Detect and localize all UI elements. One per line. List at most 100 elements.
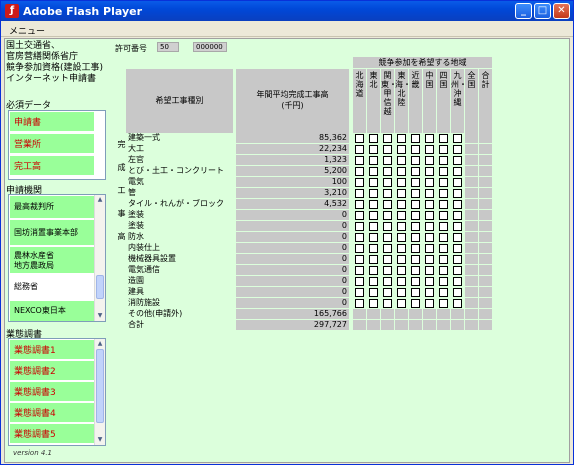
region-checkbox[interactable] xyxy=(397,255,406,264)
region-checkbox[interactable] xyxy=(425,167,434,176)
region-checkbox[interactable] xyxy=(383,299,392,308)
region-checkbox[interactable] xyxy=(439,288,448,297)
region-checkbox[interactable] xyxy=(383,189,392,198)
region-checkbox[interactable] xyxy=(425,178,434,187)
work-amount-value[interactable]: 100 xyxy=(236,177,349,187)
region-checkbox[interactable] xyxy=(425,156,434,165)
region-checkbox[interactable] xyxy=(397,145,406,154)
region-checkbox[interactable] xyxy=(453,222,462,231)
region-checkbox[interactable] xyxy=(355,211,364,220)
region-checkbox[interactable] xyxy=(411,211,420,220)
region-checkbox[interactable] xyxy=(383,156,392,165)
work-amount-value[interactable]: 1,323 xyxy=(236,155,349,165)
region-checkbox[interactable] xyxy=(425,222,434,231)
region-checkbox[interactable] xyxy=(439,233,448,242)
region-checkbox[interactable] xyxy=(369,233,378,242)
region-checkbox[interactable] xyxy=(453,299,462,308)
scroll-up-icon[interactable]: ▲ xyxy=(95,195,105,205)
region-checkbox[interactable] xyxy=(369,277,378,286)
menu-item-menu[interactable]: メニュー xyxy=(9,24,45,37)
region-checkbox[interactable] xyxy=(369,266,378,275)
work-amount-value[interactable]: 85,362 xyxy=(236,133,349,143)
region-checkbox[interactable] xyxy=(355,255,364,264)
work-amount-value[interactable]: 22,234 xyxy=(236,144,349,154)
region-checkbox[interactable] xyxy=(439,255,448,264)
region-checkbox[interactable] xyxy=(355,244,364,253)
region-checkbox[interactable] xyxy=(355,167,364,176)
region-checkbox[interactable] xyxy=(425,277,434,286)
work-amount-value[interactable]: 0 xyxy=(236,243,349,253)
region-checkbox[interactable] xyxy=(383,211,392,220)
region-checkbox[interactable] xyxy=(397,189,406,198)
title-bar[interactable]: ƒ Adobe Flash Player _ □ ✕ xyxy=(1,1,573,21)
region-checkbox[interactable] xyxy=(453,134,462,143)
region-checkbox[interactable] xyxy=(355,233,364,242)
region-checkbox[interactable] xyxy=(411,288,420,297)
region-checkbox[interactable] xyxy=(383,244,392,253)
region-checkbox[interactable] xyxy=(439,266,448,275)
work-amount-value[interactable]: 0 xyxy=(236,287,349,297)
region-checkbox[interactable] xyxy=(397,233,406,242)
region-checkbox[interactable] xyxy=(439,222,448,231)
region-checkbox[interactable] xyxy=(383,145,392,154)
survey-item-1[interactable]: 業態調書1 xyxy=(10,340,94,359)
region-checkbox[interactable] xyxy=(383,277,392,286)
region-checkbox[interactable] xyxy=(453,167,462,176)
minimize-button[interactable]: _ xyxy=(515,3,532,19)
scroll-down-icon[interactable]: ▼ xyxy=(95,311,105,321)
region-checkbox[interactable] xyxy=(425,200,434,209)
work-amount-value[interactable]: 0 xyxy=(236,221,349,231)
region-checkbox[interactable] xyxy=(453,156,462,165)
region-checkbox[interactable] xyxy=(439,277,448,286)
region-checkbox[interactable] xyxy=(425,266,434,275)
survey-item-3[interactable]: 業態調書3 xyxy=(10,382,94,401)
work-amount-value[interactable]: 0 xyxy=(236,276,349,286)
region-checkbox[interactable] xyxy=(383,200,392,209)
region-checkbox[interactable] xyxy=(453,211,462,220)
region-checkbox[interactable] xyxy=(383,255,392,264)
apply-item-supreme-court[interactable]: 最高裁判所 xyxy=(10,196,94,218)
region-checkbox[interactable] xyxy=(439,178,448,187)
work-amount-value[interactable]: 165,766 xyxy=(236,309,349,319)
region-checkbox[interactable] xyxy=(355,145,364,154)
region-checkbox[interactable] xyxy=(383,222,392,231)
region-checkbox[interactable] xyxy=(439,200,448,209)
region-checkbox[interactable] xyxy=(453,288,462,297)
region-checkbox[interactable] xyxy=(383,134,392,143)
region-checkbox[interactable] xyxy=(411,255,420,264)
region-checkbox[interactable] xyxy=(453,244,462,253)
region-checkbox[interactable] xyxy=(369,178,378,187)
region-checkbox[interactable] xyxy=(411,145,420,154)
work-amount-value[interactable]: 5,200 xyxy=(236,166,349,176)
required-item-application[interactable]: 申請書 xyxy=(10,112,94,131)
region-checkbox[interactable] xyxy=(369,211,378,220)
region-checkbox[interactable] xyxy=(369,189,378,198)
apply-item-agriculture[interactable]: 農林水産省 地方農政局 xyxy=(10,247,94,273)
region-checkbox[interactable] xyxy=(411,222,420,231)
region-checkbox[interactable] xyxy=(439,145,448,154)
region-checkbox[interactable] xyxy=(411,189,420,198)
work-amount-value[interactable]: 3,210 xyxy=(236,188,349,198)
region-checkbox[interactable] xyxy=(397,178,406,187)
region-checkbox[interactable] xyxy=(425,211,434,220)
work-amount-value[interactable]: 0 xyxy=(236,210,349,220)
scroll-down-icon[interactable]: ▼ xyxy=(95,435,105,445)
scroll-thumb[interactable] xyxy=(96,275,104,299)
region-checkbox[interactable] xyxy=(397,222,406,231)
region-checkbox[interactable] xyxy=(411,244,420,253)
scroll-thumb[interactable] xyxy=(96,349,104,423)
survey-item-4[interactable]: 業態調書4 xyxy=(10,403,94,422)
permit-number-part2[interactable]: 000000 xyxy=(193,42,227,52)
region-checkbox[interactable] xyxy=(411,299,420,308)
region-checkbox[interactable] xyxy=(453,200,462,209)
region-checkbox[interactable] xyxy=(383,266,392,275)
region-checkbox[interactable] xyxy=(411,178,420,187)
region-checkbox[interactable] xyxy=(355,277,364,286)
region-checkbox[interactable] xyxy=(397,288,406,297)
region-checkbox[interactable] xyxy=(369,134,378,143)
region-checkbox[interactable] xyxy=(355,288,364,297)
scroll-up-icon[interactable]: ▲ xyxy=(95,339,105,349)
region-checkbox[interactable] xyxy=(355,266,364,275)
region-checkbox[interactable] xyxy=(383,288,392,297)
survey-item-2[interactable]: 業態調書2 xyxy=(10,361,94,380)
